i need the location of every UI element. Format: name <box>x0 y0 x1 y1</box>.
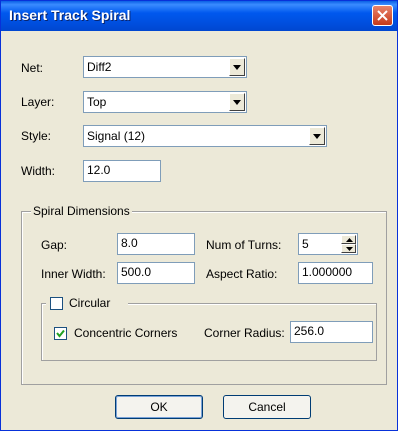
spiral-dimensions-label: Spiral Dimensions <box>31 204 132 218</box>
aspect-ratio-label: Aspect Ratio: <box>206 267 278 281</box>
dialog-title: Insert Track Spiral <box>9 7 131 23</box>
net-dropdown-button[interactable] <box>229 58 245 76</box>
spin-up-button[interactable] <box>341 235 356 244</box>
arrow-down-icon <box>346 247 353 251</box>
style-combo[interactable]: Signal (12) <box>83 125 327 147</box>
gap-label: Gap: <box>41 238 68 252</box>
num-turns-value: 5 <box>302 237 309 251</box>
style-value: Signal (12) <box>87 129 146 143</box>
title-bar[interactable]: Insert Track Spiral <box>1 1 397 31</box>
layer-combo[interactable]: Top <box>83 91 247 113</box>
arrow-up-icon <box>346 238 353 242</box>
close-button[interactable] <box>372 5 393 26</box>
close-icon <box>377 10 388 21</box>
checkmark-icon <box>56 329 65 338</box>
corner-radius-field[interactable]: 256.0 <box>290 321 373 343</box>
layer-value: Top <box>87 95 107 109</box>
spin-down-button[interactable] <box>341 244 356 253</box>
corner-radius-label: Corner Radius: <box>204 326 285 340</box>
cancel-button[interactable]: Cancel <box>223 395 311 419</box>
insert-track-spiral-dialog: Insert Track Spiral Net: Diff2 Layer: To… <box>0 0 398 431</box>
concentric-corners-checkbox[interactable] <box>54 327 67 340</box>
width-field[interactable]: 12.0 <box>83 160 161 182</box>
chevron-down-icon <box>233 65 241 70</box>
num-turns-spinner[interactable]: 5 <box>298 233 358 255</box>
net-label: Net: <box>21 61 44 75</box>
layer-dropdown-button[interactable] <box>229 93 245 111</box>
style-label: Style: <box>21 129 52 143</box>
circular-checkbox[interactable] <box>50 297 63 310</box>
net-combo[interactable]: Diff2 <box>83 56 247 78</box>
gap-field[interactable]: 8.0 <box>117 233 195 255</box>
aspect-ratio-field[interactable]: 1.000000 <box>298 262 373 284</box>
chevron-down-icon <box>313 134 321 139</box>
inner-width-field[interactable]: 500.0 <box>117 262 195 284</box>
ok-button[interactable]: OK <box>115 395 203 419</box>
chevron-down-icon <box>233 100 241 105</box>
layer-label: Layer: <box>21 95 55 109</box>
num-turns-label: Num of Turns: <box>206 238 282 252</box>
inner-width-label: Inner Width: <box>41 267 106 281</box>
concentric-corners-label[interactable]: Concentric Corners <box>74 326 177 340</box>
circular-label[interactable]: Circular <box>69 296 110 310</box>
net-value: Diff2 <box>87 60 112 74</box>
style-dropdown-button[interactable] <box>309 127 325 145</box>
width-label: Width: <box>21 164 56 178</box>
